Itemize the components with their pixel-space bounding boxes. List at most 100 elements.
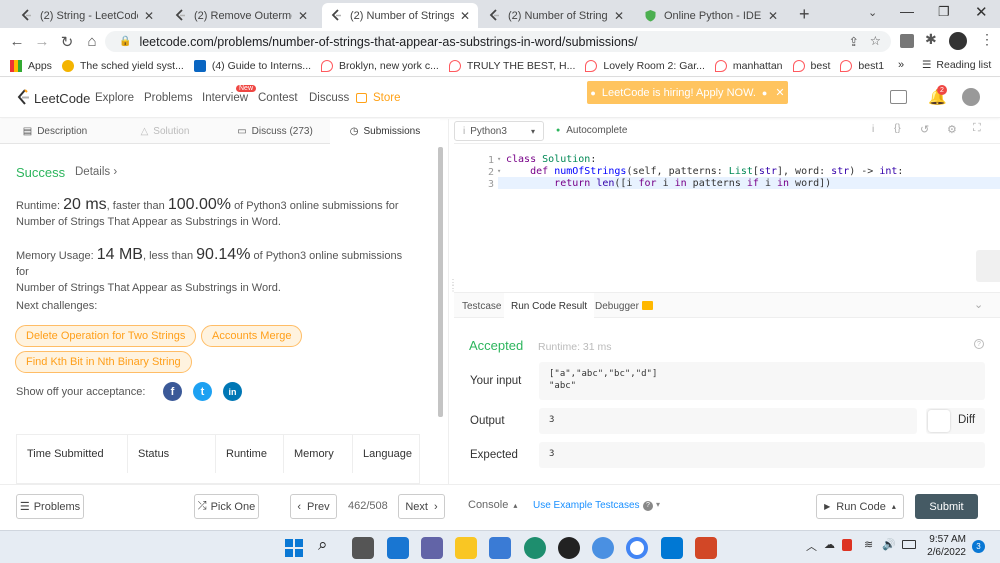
- tab-submissions[interactable]: ◷ Submissions: [330, 119, 440, 144]
- widgets-icon[interactable]: [387, 537, 409, 559]
- tray-chevron-icon[interactable]: ︿: [806, 538, 817, 554]
- submit-button[interactable]: Submit: [915, 494, 978, 519]
- diff-toggle[interactable]: Diff: [926, 408, 985, 434]
- volume-icon[interactable]: 🔊: [882, 538, 896, 551]
- facebook-icon[interactable]: f: [163, 382, 182, 401]
- column-header[interactable]: Runtime: [216, 435, 284, 473]
- autocomplete-toggle[interactable]: ● Autocomplete: [556, 125, 627, 136]
- bookmark-item[interactable]: Broklyn, new york c...: [321, 59, 439, 72]
- clock-date[interactable]: 2/6/2022: [920, 547, 966, 558]
- collapse-chevron-icon[interactable]: ⌄: [974, 298, 983, 311]
- close-window-icon[interactable]: ✕: [975, 3, 988, 21]
- details-link[interactable]: Details ›: [75, 166, 117, 178]
- back-arrow-icon[interactable]: ←: [5, 33, 29, 50]
- fold-arrow-icon[interactable]: ▾: [497, 155, 501, 163]
- share-icon[interactable]: ⇪: [849, 34, 859, 49]
- run-code-button[interactable]: ▶ Run Code ▴: [816, 494, 904, 519]
- tab-testcase[interactable]: Testcase: [462, 293, 501, 319]
- clock-time[interactable]: 9:57 AM: [928, 534, 966, 545]
- close-tab-icon[interactable]: ✕: [768, 9, 778, 23]
- bookmarks-overflow-button[interactable]: »: [898, 59, 904, 71]
- bookmark-item[interactable]: Lovely Room 2: Gar...: [585, 59, 705, 72]
- nav-store[interactable]: Store: [373, 92, 401, 104]
- tab-discuss[interactable]: ▭ Discuss (273): [220, 119, 330, 144]
- twitter-icon[interactable]: t: [193, 382, 212, 401]
- extension-icon[interactable]: [900, 34, 914, 48]
- tray-app-icon[interactable]: [842, 539, 852, 551]
- tab-debugger[interactable]: Debugger: [595, 293, 639, 319]
- windows-start-icon[interactable]: [285, 539, 303, 557]
- browser-tab-active[interactable]: (2) Number of Strings Tha ✕: [322, 3, 478, 28]
- store-icon[interactable]: [489, 537, 511, 559]
- nav-interview[interactable]: Interview: [202, 92, 248, 104]
- prev-button[interactable]: ‹ Prev: [290, 494, 337, 519]
- chrome-browser-icon[interactable]: [626, 537, 648, 559]
- nav-discuss[interactable]: Discuss: [309, 92, 349, 104]
- nav-problems[interactable]: Problems: [144, 92, 193, 104]
- close-tab-icon[interactable]: ✕: [614, 9, 624, 23]
- user-avatar-icon[interactable]: [962, 88, 980, 106]
- cloud-icon[interactable]: ☁: [824, 538, 835, 551]
- battery-icon[interactable]: [902, 540, 916, 549]
- task-view-icon[interactable]: [352, 537, 374, 559]
- profile-avatar[interactable]: [949, 32, 967, 50]
- fold-arrow-icon[interactable]: ▾: [497, 167, 501, 175]
- vscode-icon[interactable]: [661, 537, 683, 559]
- console-toggle[interactable]: Console ▴: [468, 499, 517, 511]
- column-header[interactable]: Language: [353, 435, 421, 473]
- powerpoint-icon[interactable]: [695, 537, 717, 559]
- caret-down-icon[interactable]: ▾: [656, 500, 660, 509]
- url-field[interactable]: 🔒 leetcode.com/problems/number-of-string…: [105, 31, 891, 52]
- nav-explore[interactable]: Explore: [95, 92, 134, 104]
- search-icon[interactable]: ⌕: [318, 535, 328, 555]
- language-select[interactable]: i Python3 ▾: [454, 121, 544, 141]
- home-icon[interactable]: ⌂: [80, 33, 104, 50]
- nav-contest[interactable]: Contest: [258, 92, 298, 104]
- help-icon[interactable]: ?: [643, 501, 653, 511]
- reload-icon[interactable]: ↻: [55, 33, 79, 51]
- braces-icon[interactable]: {}: [894, 123, 901, 134]
- more-menu-icon[interactable]: ⋮: [980, 31, 994, 48]
- app-icon[interactable]: [558, 537, 580, 559]
- reading-list-button[interactable]: ☰ Reading list: [922, 59, 991, 71]
- close-tab-icon[interactable]: ✕: [144, 9, 154, 23]
- code-editor[interactable]: 1 2 3 ▾ ▾ class Solution: def numOfStrin…: [454, 148, 1000, 288]
- tab-search-chevron-icon[interactable]: ⌄: [868, 6, 877, 19]
- bookmark-item[interactable]: best1: [840, 59, 884, 72]
- playground-icon[interactable]: [890, 90, 907, 104]
- forward-arrow-icon[interactable]: →: [30, 33, 54, 50]
- close-tab-icon[interactable]: ✕: [298, 9, 308, 23]
- close-banner-icon[interactable]: ✕: [775, 86, 784, 99]
- browser-tab[interactable]: (2) Remove Outermost Pa ✕: [166, 3, 316, 28]
- notification-badge[interactable]: 3: [972, 540, 985, 553]
- info-icon[interactable]: i: [872, 124, 874, 135]
- column-header[interactable]: Memory: [284, 435, 353, 473]
- drag-handle-icon[interactable]: ⋮ ⋮: [449, 279, 457, 293]
- bookmark-star-icon[interactable]: ☆: [870, 33, 881, 48]
- challenge-pill[interactable]: Delete Operation for Two Strings: [15, 325, 197, 347]
- browser-tab[interactable]: (2) Number of Strings Tha ✕: [480, 3, 632, 28]
- problems-button[interactable]: ☰ Problems: [16, 494, 84, 519]
- wifi-icon[interactable]: ≋: [864, 538, 873, 551]
- edge-browser-icon[interactable]: [524, 537, 546, 559]
- bookmark-item[interactable]: (4) Guide to Interns...: [193, 59, 311, 72]
- teams-chat-icon[interactable]: [421, 537, 443, 559]
- browser-tab[interactable]: (2) String - LeetCode ✕: [12, 3, 162, 28]
- leetcode-logo[interactable]: LeetCode: [16, 89, 90, 108]
- column-header[interactable]: Status: [128, 435, 216, 473]
- tab-solution[interactable]: △ Solution: [110, 119, 220, 144]
- close-tab-icon[interactable]: ✕: [460, 9, 470, 23]
- bookmark-apps[interactable]: Apps: [10, 59, 52, 72]
- use-example-testcases-link[interactable]: Use Example Testcases: [533, 500, 640, 511]
- linkedin-icon[interactable]: in: [223, 382, 242, 401]
- reset-icon[interactable]: ↺: [920, 123, 929, 136]
- app-icon[interactable]: [592, 537, 614, 559]
- help-icon[interactable]: ?: [974, 339, 984, 349]
- tab-description[interactable]: ▤ Description: [0, 119, 110, 144]
- next-button[interactable]: Next ›: [398, 494, 445, 519]
- settings-icon[interactable]: ⚙: [947, 123, 957, 136]
- challenge-pill[interactable]: Accounts Merge: [201, 325, 303, 347]
- bookmark-item[interactable]: best: [792, 59, 830, 72]
- minimize-icon[interactable]: —: [900, 3, 914, 19]
- hiring-banner[interactable]: ● LeetCode is hiring! Apply NOW. ● ✕: [587, 81, 788, 104]
